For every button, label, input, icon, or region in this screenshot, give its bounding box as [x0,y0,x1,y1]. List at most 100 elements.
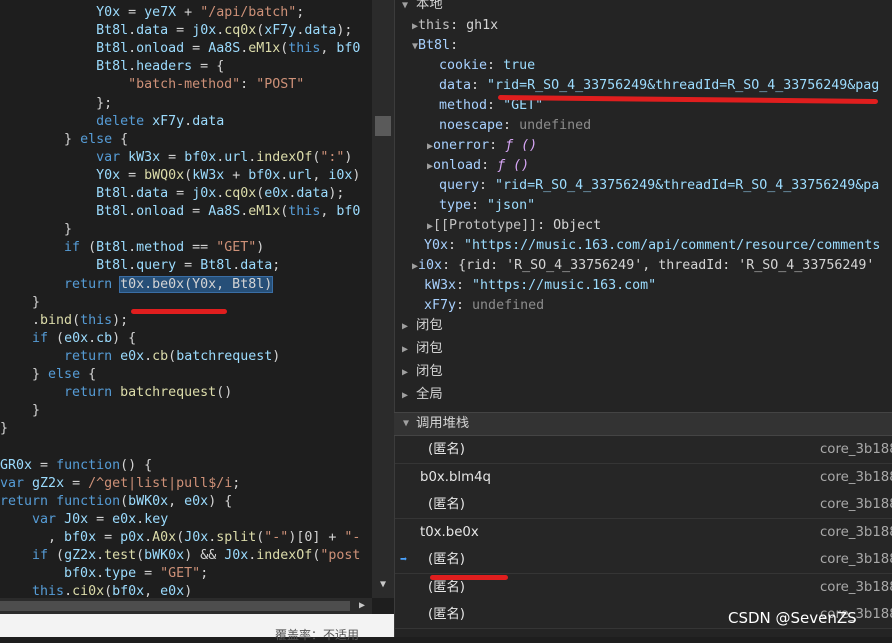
scope-prop-onload[interactable]: ▶onload: ƒ () [427,156,529,176]
code-token: () [216,385,233,401]
code-token: )[0] + [288,529,345,545]
code-token: ( [80,240,97,256]
callstack-frame-location[interactable]: core_3b188 [820,546,892,573]
code-token: url [224,149,249,165]
code-token: return [0,493,49,509]
code-line: } [0,221,72,239]
code-token: = { [192,59,225,75]
scope-prop-query[interactable]: query: "rid=R_SO_4_33756249&threadId=R_S… [439,176,879,196]
code-token: batchrequest [120,385,217,401]
code-token: = [176,258,201,274]
code-token: bWK0x [128,493,169,509]
scope-prop-data[interactable]: data: "rid=R_SO_4_33756249&threadId=R_SO… [439,76,879,96]
callstack-frame-location[interactable]: core_3b188 [820,519,892,546]
code-token: if [64,240,81,256]
code-token: = [168,23,193,39]
scope-var-i0x[interactable]: ▶i0x: {rid: 'R_SO_4_33756249', threadId:… [412,256,874,276]
code-token: cb [96,330,113,346]
source-code-editor[interactable]: Y0x = ye7X + "/api/batch"; Bt8l.data = j… [0,0,372,598]
scope-prop-cookie[interactable]: cookie: true [439,56,535,76]
callstack-frame-name: (匿名) [428,552,465,567]
callstack-frame-location[interactable]: core_3b188 [820,464,892,491]
code-token: "/api/batch" [200,5,297,20]
code-token: xF7y [152,113,185,129]
callstack-frame[interactable]: t0x.be0x core_3b188 [395,519,892,547]
code-token: i0x [328,167,353,183]
code-token: type [104,566,137,582]
code-token: "GET" [216,240,257,256]
code-token: }; [0,95,113,111]
scope-prop-prototype[interactable]: ▶[[Prototype]]: Object [427,216,601,236]
code-line: Bt8l.data = j0x.cq0x(xF7y.data); [0,22,352,40]
scope-var-bt8l[interactable]: ▼Bt8l: [412,36,458,56]
code-token: gZ2x [64,548,97,563]
scope-prop-noescape[interactable]: noescape: undefined [439,116,591,136]
callstack-frame[interactable]: (匿名) core_3b188 [395,436,892,464]
code-token: = [64,475,89,491]
code-token: . [128,240,137,256]
scope-var-this[interactable]: ▶this: gh1x [412,16,498,36]
code-line: } else { [0,366,96,384]
code-token: onload [136,41,185,57]
code-token: . [128,186,137,201]
scroll-down-arrow-icon[interactable]: ▼ [376,578,390,592]
callstack-frame-location[interactable]: core_3b188 [820,491,892,518]
code-token: ); [112,312,129,328]
code-token: Bt8l [96,23,129,39]
code-token: var [0,475,25,491]
code-token: . [64,584,73,598]
code-token: . [96,566,105,582]
scope-var-y0x[interactable]: Y0x: "https://music.163.com/api/comment/… [424,236,880,256]
code-line: Y0x = bWQ0x(kW3x + bf0x.url, i0x) [0,167,360,185]
code-token: ) { [112,330,137,346]
code-token: "batch-method" [128,77,241,93]
code-token: ) { [208,493,233,509]
scope-var-xf7y[interactable]: xF7y: undefined [424,296,544,316]
code-line: if (Bt8l.method == "GET") [0,239,264,257]
code-hscroll-thumb[interactable] [0,601,350,611]
code-line: , bf0x = p0x.A0x(J0x.split("-")[0] + "- [0,529,360,547]
code-token: j0x [192,23,217,39]
code-token: = [136,566,161,582]
code-token: "-" [264,529,289,545]
expand-triangle-icon: ▼ [402,0,409,11]
local-scope-row[interactable]: ▼ 本地 [402,0,443,15]
scope-var-kw3x[interactable]: kW3x: "https://music.163.com" [424,276,656,296]
callstack-frame-location[interactable]: core_3b188 [820,436,892,463]
callstack-frame[interactable]: ➡ (匿名) core_3b188 [395,546,892,574]
code-token: this [80,312,113,328]
scope-prop-onerror[interactable]: ▶onerror: ƒ () [427,136,537,156]
code-token: e0x [184,493,209,509]
code-scroll-thumb[interactable] [375,116,391,136]
code-token: var [32,511,57,527]
code-token: ) [352,167,361,183]
code-token: ; [296,5,305,20]
callstack-frame[interactable]: (匿名) core_3b188 [395,491,892,519]
closure-scope-row[interactable]: ▶ 闭包 [402,362,443,382]
code-line: if (gZ2x.test(bWK0x) && J0x.indexOf("pos… [0,547,360,565]
scroll-right-arrow-icon[interactable]: ▶ [355,598,369,614]
code-token: ( [48,330,65,346]
callstack-frame-location[interactable]: core_3b188 [820,574,892,601]
scope-prop-type[interactable]: type: "json" [439,196,535,216]
code-token: ) [272,348,281,364]
closure-scope-row[interactable]: ▶ 闭包 [402,339,443,359]
code-token: Bt8l [96,204,129,220]
closure-scope-row[interactable]: ▶ 闭包 [402,316,443,336]
callstack-section-header[interactable]: ▼ 调用堆栈 [394,412,892,436]
code-token: . [88,330,97,346]
code-vertical-scrollbar[interactable] [372,0,394,598]
code-line: Bt8l.query = Bt8l.data; [0,257,280,275]
code-line: } [0,420,8,438]
callstack-frame[interactable]: b0x.blm4q core_3b188 [395,464,892,492]
code-token: cq0x [224,23,257,39]
global-scope-row[interactable]: ▶ 全局 [402,385,443,405]
code-token: e0x [64,330,89,346]
